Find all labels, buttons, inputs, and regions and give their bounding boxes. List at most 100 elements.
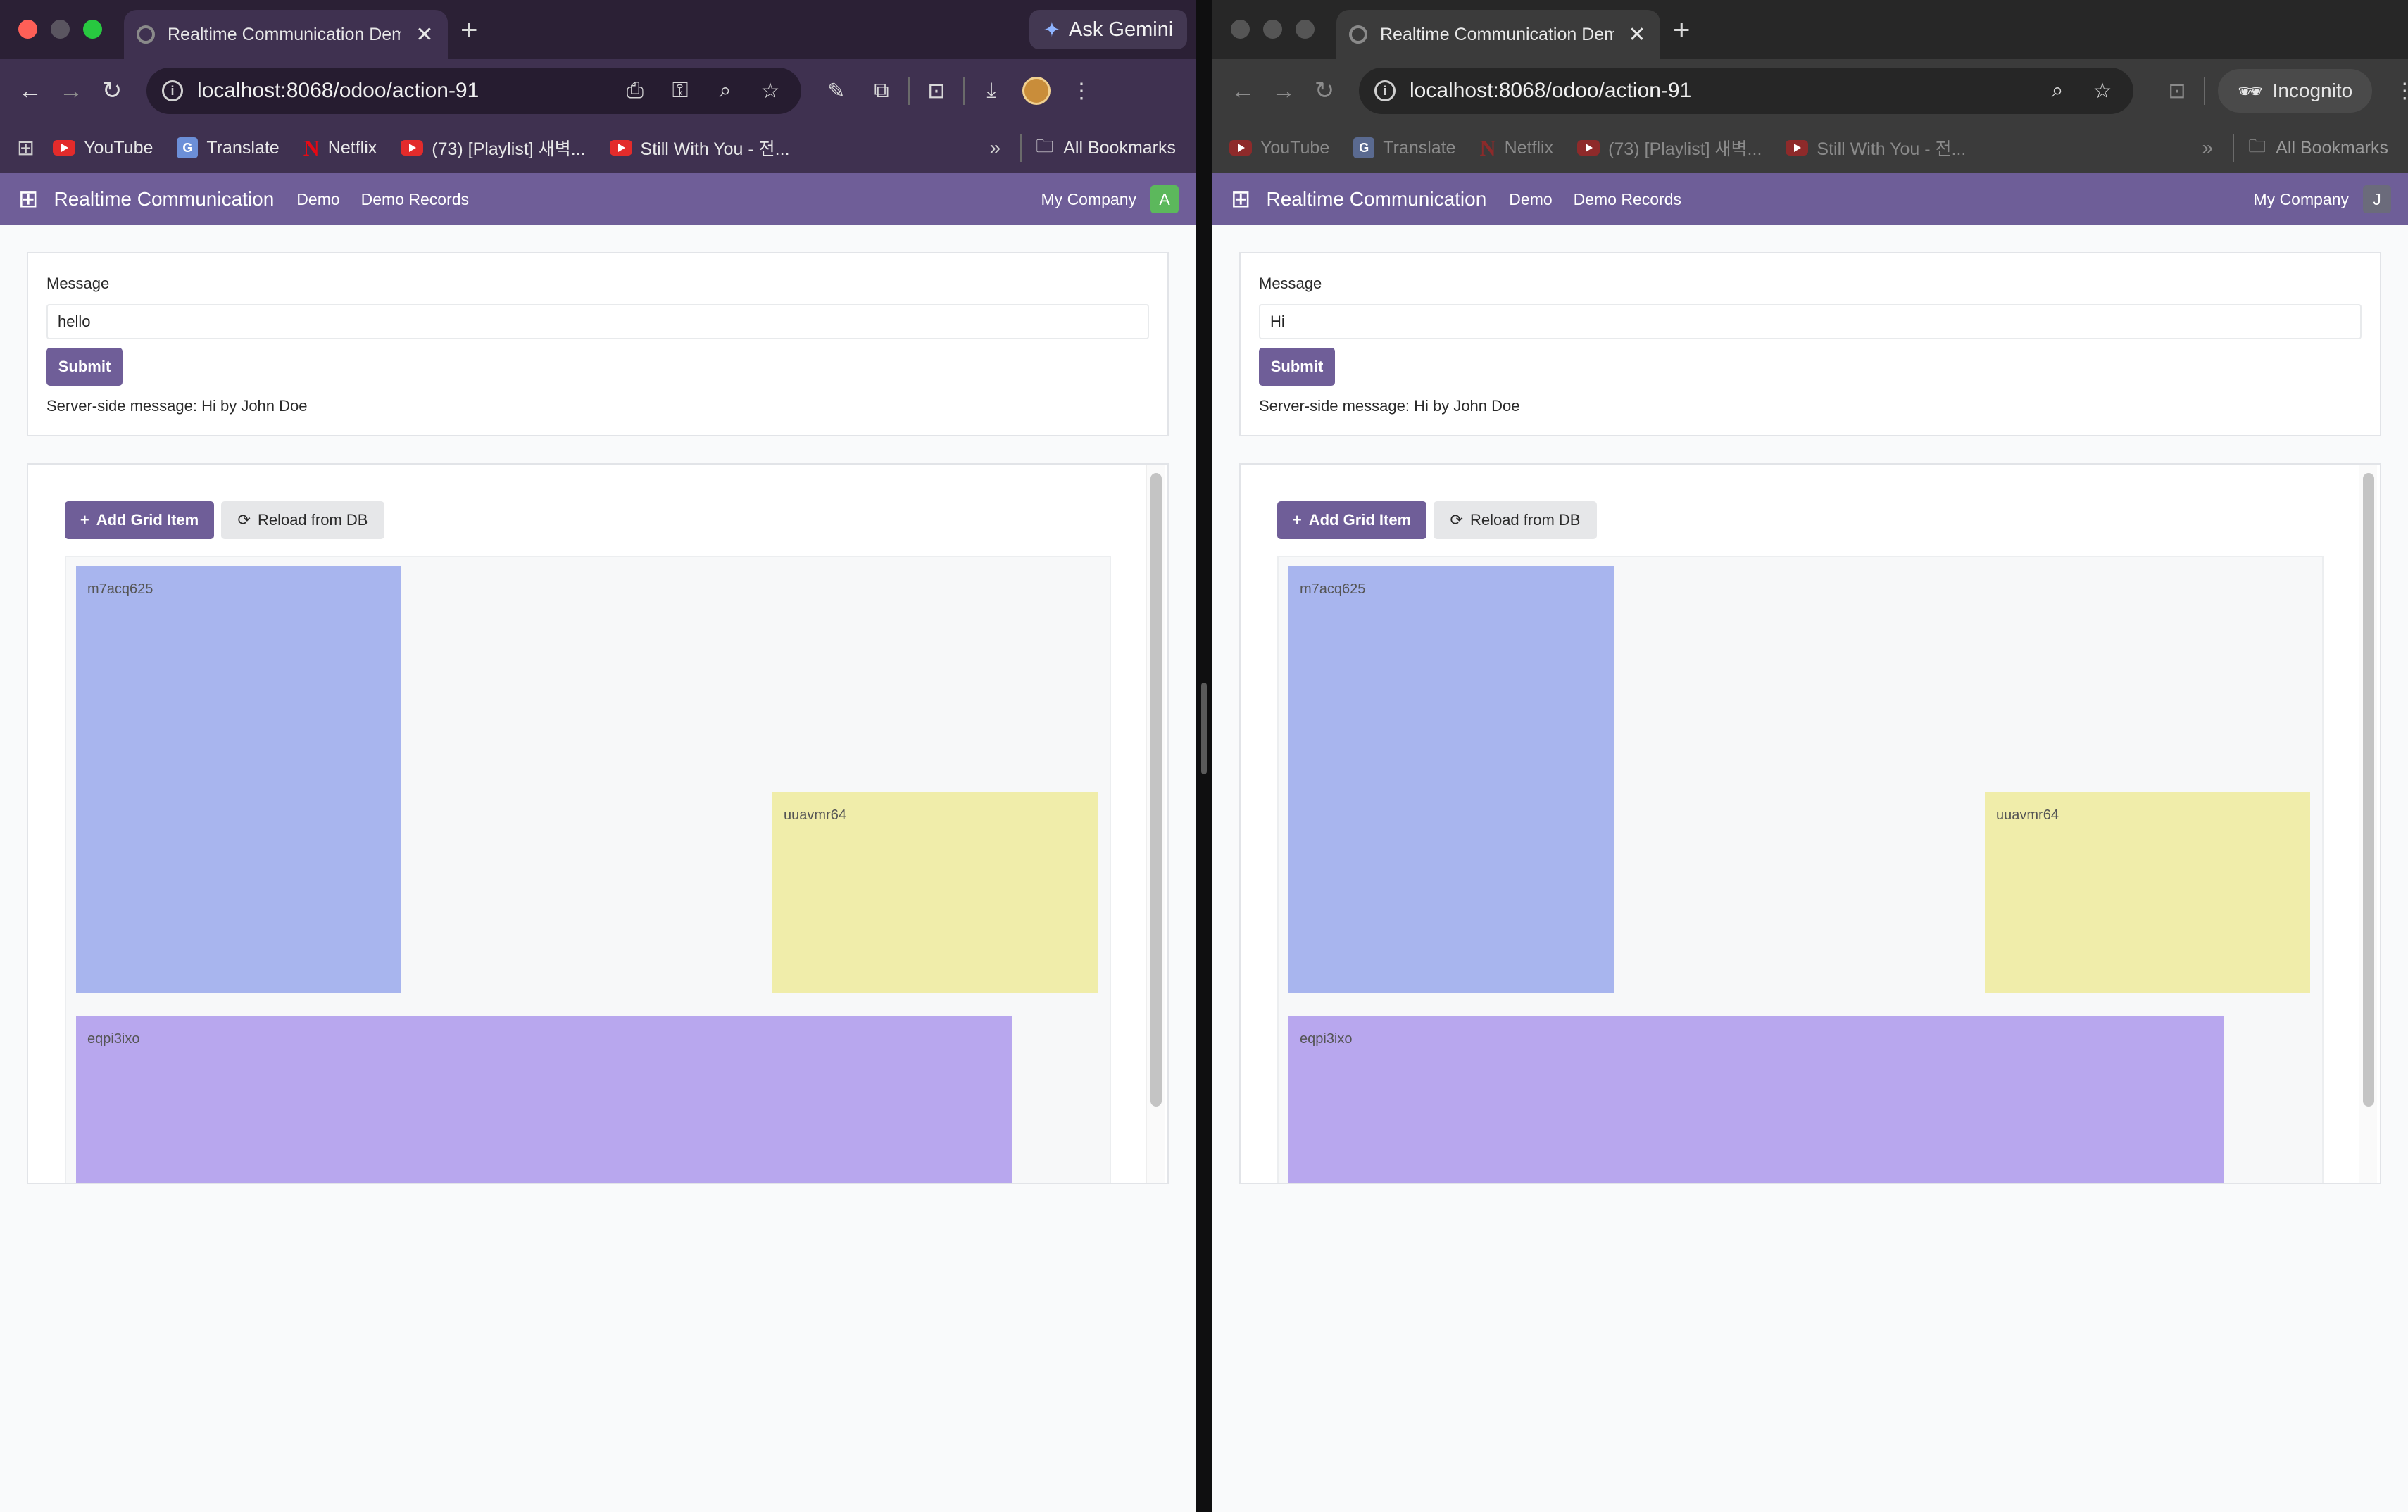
reload-icon[interactable]: ↻ [1304, 77, 1345, 105]
url-text[interactable]: localhost:8068/odoo/action-91 [1410, 79, 2028, 103]
new-tab-button[interactable]: + [460, 13, 478, 46]
grid-item[interactable]: uuavmr64 [772, 792, 1098, 993]
folder-icon: 🗀 [1036, 136, 1054, 156]
message-input[interactable] [1259, 304, 2362, 339]
scrollbar-thumb[interactable] [1150, 473, 1162, 1107]
download-icon[interactable]: ⤓ [969, 79, 1014, 103]
reload-icon[interactable]: ↻ [92, 77, 132, 105]
kebab-menu-icon[interactable]: ⋮ [1059, 79, 1104, 103]
close-window-button[interactable] [1231, 20, 1250, 39]
grid-area: m7acq625 uuavmr64 eqpi3ixo [65, 556, 1111, 1183]
close-window-button[interactable] [18, 20, 37, 39]
menu-item-demo[interactable]: Demo [296, 190, 339, 209]
add-grid-item-label: Add Grid Item [96, 511, 199, 529]
more-bookmarks-icon[interactable]: » [2202, 137, 2214, 159]
more-bookmarks-icon[interactable]: » [990, 137, 1001, 159]
bookmark-translate[interactable]: G Translate [1353, 137, 1456, 158]
new-tab-button[interactable]: + [1673, 13, 1691, 46]
netflix-icon: N [303, 134, 320, 160]
arrow-right-icon[interactable]: → [1263, 77, 1304, 105]
apps-menu-icon[interactable]: ⊞ [18, 185, 39, 213]
browser-tab[interactable]: Realtime Communication Demo ✕ [1336, 10, 1660, 59]
app-brand[interactable]: Realtime Communication [54, 188, 275, 210]
grid-item[interactable]: eqpi3ixo [1288, 1016, 2224, 1183]
bookmark-label: Translate [206, 137, 280, 158]
youtube-icon [53, 140, 76, 156]
add-grid-item-button[interactable]: + Add Grid Item [65, 501, 214, 539]
minimize-window-button[interactable] [51, 20, 70, 39]
message-input[interactable] [46, 304, 1149, 339]
zoom-icon[interactable]: ⌕ [2042, 79, 2073, 103]
all-bookmarks-folder[interactable]: 🗀 All Bookmarks [2248, 133, 2388, 163]
grid-item[interactable]: m7acq625 [76, 566, 401, 993]
company-switcher[interactable]: My Company [2254, 190, 2349, 209]
ask-gemini-button[interactable]: ✦ Ask Gemini [1029, 10, 1187, 49]
apps-menu-icon[interactable]: ⊞ [1231, 185, 1251, 213]
scrollbar-thumb[interactable] [2363, 473, 2374, 1107]
arrow-left-icon[interactable]: ← [1222, 77, 1263, 105]
reload-from-db-button[interactable]: ⟳ Reload from DB [1434, 501, 1597, 539]
bookmark-still-with-you[interactable]: Still With You - 전... [1786, 135, 1966, 160]
browser-toolbar: ← → ↻ i localhost:8068/odoo/action-91 ⌕ … [1212, 59, 2408, 122]
zoom-icon[interactable]: ⌕ [710, 79, 741, 103]
browser-window-left: Realtime Communication Demo ✕ + ✦ Ask Ge… [0, 0, 1196, 1512]
address-bar[interactable]: i localhost:8068/odoo/action-91 ⎙ ⚿ ⌕ ☆ [146, 68, 801, 114]
address-bar[interactable]: i localhost:8068/odoo/action-91 ⌕ ☆ [1359, 68, 2133, 114]
bookmark-youtube[interactable]: YouTube [1229, 138, 1329, 158]
fullscreen-window-button[interactable] [83, 20, 102, 39]
grid-item[interactable]: eqpi3ixo [76, 1016, 1012, 1183]
split-handle[interactable] [1201, 683, 1207, 774]
add-grid-item-button[interactable]: + Add Grid Item [1277, 501, 1426, 539]
bookmark-playlist[interactable]: (73) [Playlist] 새벽... [401, 135, 586, 160]
profile-avatar[interactable] [1022, 77, 1051, 105]
submit-button[interactable]: Submit [46, 348, 123, 386]
grid-item[interactable]: m7acq625 [1288, 566, 1614, 993]
arrow-left-icon[interactable]: ← [10, 77, 51, 105]
company-switcher[interactable]: My Company [1041, 190, 1136, 209]
bookmark-youtube[interactable]: YouTube [53, 138, 153, 158]
tab-strip: Realtime Communication Demo ✕ + ✦ Ask Ge… [0, 0, 1196, 59]
close-tab-icon[interactable]: ✕ [1626, 23, 1648, 47]
gemini-sparkle-icon: ✦ [1043, 18, 1061, 42]
user-avatar[interactable]: A [1150, 185, 1179, 213]
fullscreen-window-button[interactable] [1296, 20, 1315, 39]
all-bookmarks-folder[interactable]: 🗀 All Bookmarks [1036, 133, 1176, 163]
app-brand[interactable]: Realtime Communication [1267, 188, 1487, 210]
minimize-window-button[interactable] [1263, 20, 1282, 39]
user-avatar[interactable]: J [2363, 185, 2391, 213]
close-tab-icon[interactable]: ✕ [414, 23, 435, 47]
all-bookmarks-label: All Bookmarks [1063, 137, 1176, 158]
menu-item-demo[interactable]: Demo [1509, 190, 1552, 209]
kebab-menu-icon[interactable]: ⋮ [2382, 79, 2408, 103]
tab-search-icon[interactable]: ⊡ [2155, 79, 2200, 103]
menu-item-demo-records[interactable]: Demo Records [361, 190, 469, 209]
bookmark-still-with-you[interactable]: Still With You - 전... [609, 135, 790, 160]
eyedropper-icon[interactable]: ✎ [814, 79, 859, 103]
star-icon[interactable]: ☆ [2087, 79, 2118, 103]
install-app-icon[interactable]: ⎙ [620, 79, 651, 103]
browser-tab[interactable]: Realtime Communication Demo ✕ [124, 10, 448, 59]
grid-item[interactable]: uuavmr64 [1985, 792, 2310, 993]
bookmark-netflix[interactable]: N Netflix [1480, 135, 1554, 161]
bookmark-netflix[interactable]: N Netflix [303, 135, 377, 161]
bookmark-playlist[interactable]: (73) [Playlist] 새벽... [1577, 135, 1762, 160]
folder-icon: 🗀 [2248, 136, 2266, 156]
site-info-icon[interactable]: i [162, 80, 183, 101]
grid-card: + Add Grid Item ⟳ Reload from DB m7acq625 … [1239, 463, 2381, 1184]
key-icon[interactable]: ⚿ [665, 79, 696, 103]
url-text[interactable]: localhost:8068/odoo/action-91 [197, 79, 606, 103]
reload-from-db-button[interactable]: ⟳ Reload from DB [221, 501, 384, 539]
incognito-indicator[interactable]: 🕶 Incognito [2218, 69, 2373, 113]
tab-search-icon[interactable]: ⊡ [914, 79, 959, 103]
site-info-icon[interactable]: i [1374, 80, 1396, 101]
bookmark-label: Netflix [1504, 137, 1554, 158]
submit-button[interactable]: Submit [1259, 348, 1335, 386]
youtube-icon [1577, 140, 1600, 156]
apps-grid-icon[interactable]: ⊞ [17, 136, 35, 160]
star-icon[interactable]: ☆ [755, 79, 786, 103]
arrow-right-icon[interactable]: → [51, 77, 92, 105]
extensions-icon[interactable]: ⧉ [859, 79, 904, 103]
menu-item-demo-records[interactable]: Demo Records [1574, 190, 1681, 209]
bookmark-translate[interactable]: G Translate [177, 137, 280, 158]
plus-icon: + [80, 511, 89, 529]
